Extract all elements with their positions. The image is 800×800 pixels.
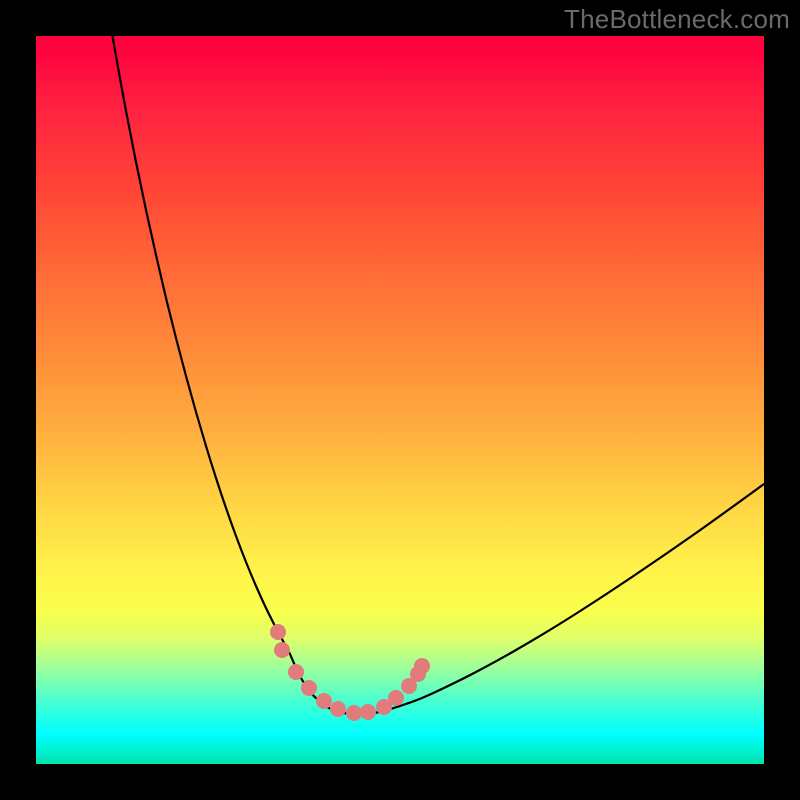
curve-marker <box>316 693 332 709</box>
curve-marker <box>414 658 430 674</box>
curve-marker <box>330 701 346 717</box>
curve-marker <box>360 704 376 720</box>
plot-area <box>36 36 764 764</box>
curve-marker <box>301 680 317 696</box>
curve-marker <box>274 642 290 658</box>
marker-layer <box>36 36 764 764</box>
curve-marker <box>288 664 304 680</box>
curve-marker <box>270 624 286 640</box>
curve-marker <box>388 690 404 706</box>
curve-marker <box>346 705 362 721</box>
chart-container: TheBottleneck.com <box>0 0 800 800</box>
watermark-text: TheBottleneck.com <box>564 4 790 35</box>
